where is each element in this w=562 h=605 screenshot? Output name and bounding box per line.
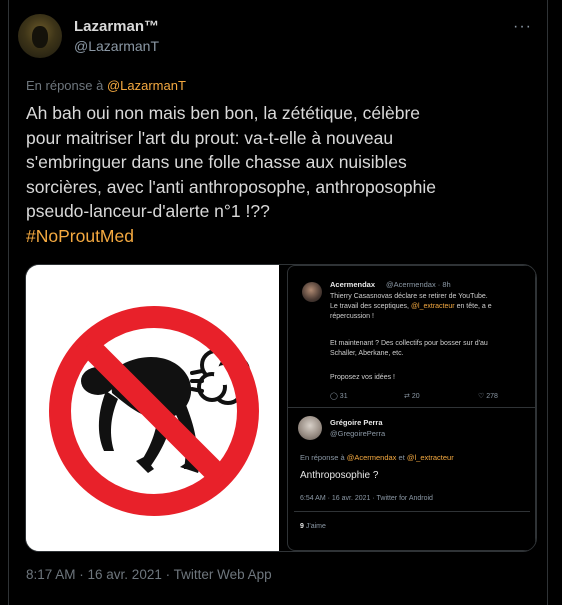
like-count: 278 [486,393,498,400]
avatar [298,416,322,440]
tweet-line: pour maitriser l'art du prout: va-t-elle… [26,127,394,148]
media-grid: Acermendax @Acermendax · 8h Thierry Casa… [25,264,537,552]
mention-link: @Acermendax [346,453,397,462]
like-action: ♡ 278 [478,392,498,400]
tweet-line: sorcières, avec l'anti anthroposophe, an… [26,176,436,197]
embedded-author-handle: @GregoirePerra [330,429,386,438]
embedded-text-line: Et maintenant ? Des collectifs pour boss… [330,340,488,347]
embedded-text-line: Le travail des sceptiques, @l_extracteur… [330,302,492,313]
retweet-action: ⇄ 20 [404,392,420,400]
tweet-header: Lazarman™ @LazarmanT ··· [18,14,538,64]
embedded-likes: 9 J'aime [300,523,326,530]
tweet-text: Ah bah oui non mais ben bon, la zététiqu… [26,101,526,249]
reply-count: 31 [339,393,348,400]
reply-prefix: En réponse à [26,78,104,93]
embedded-author-name: Acermendax [330,280,376,289]
divider [288,407,536,408]
embedded-reply-text: Anthroposophie ? [300,470,379,481]
tweet-line: s'embringuer dans une folle chasse aux n… [26,152,407,173]
embedded-text-line: Thierry Casasnovas déclare se retirer de… [330,293,488,300]
text-part: Le travail des sceptiques, [330,303,411,310]
embedded-tweet-card: Acermendax @Acermendax · 8h Thierry Casa… [287,265,536,551]
embedded-author-name: Grégoire Perra [330,418,383,427]
likes-count: 9 [300,523,304,530]
media-image-embedded-screenshot[interactable]: Acermendax @Acermendax · 8h Thierry Casa… [283,265,536,551]
text-part: en tête, a e [454,303,492,310]
embedded-timestamp: 6:54 AM · 16 avr. 2021 · Twitter for And… [300,495,433,502]
reply-mention-link[interactable]: @LazarmanT [107,78,186,93]
mention-link: @l_extracteur [410,303,455,310]
embedded-text-line: Proposez vos idées ! [330,374,395,381]
reply-icon: ◯ [330,393,338,400]
hashtag-link[interactable]: #NoProutMed [26,224,526,249]
divider [294,511,530,512]
like-icon: ♡ [478,393,485,400]
tweet-line: pseudo-lanceur-d'alerte n°1 !?? [26,201,270,222]
media-image-no-fart-sign[interactable] [26,265,279,551]
likes-label: J'aime [305,523,326,530]
embedded-reply-context: En réponse à @Acermendax et @l_extracteu… [300,453,454,462]
reply-and: et [398,453,405,462]
author-name[interactable]: Lazarman™ [74,18,159,35]
avatar [302,282,322,302]
embedded-text-line: Schaller, Aberkane, etc. [330,350,404,357]
tweet-line: Ah bah oui non mais ben bon, la zététiqu… [26,103,421,123]
author-handle[interactable]: @LazarmanT [74,38,159,54]
reply-prefix: En réponse à [300,453,345,462]
retweet-count: 20 [411,393,420,400]
no-fart-sign-icon [26,265,279,551]
avatar[interactable] [18,14,62,58]
retweet-icon: ⇄ [404,393,410,400]
more-icon[interactable]: ··· [513,18,532,36]
reply-context: En réponse à @LazarmanT [26,78,186,93]
reply-action: ◯ 31 [330,392,348,400]
embedded-author-handle: @Acermendax · 8h [386,280,451,289]
tweet-timestamp[interactable]: 8:17 AM · 16 avr. 2021 · Twitter Web App [26,567,272,582]
embedded-text-line: répercussion ! [330,313,374,320]
mention-link: @l_extracteur [406,453,454,462]
